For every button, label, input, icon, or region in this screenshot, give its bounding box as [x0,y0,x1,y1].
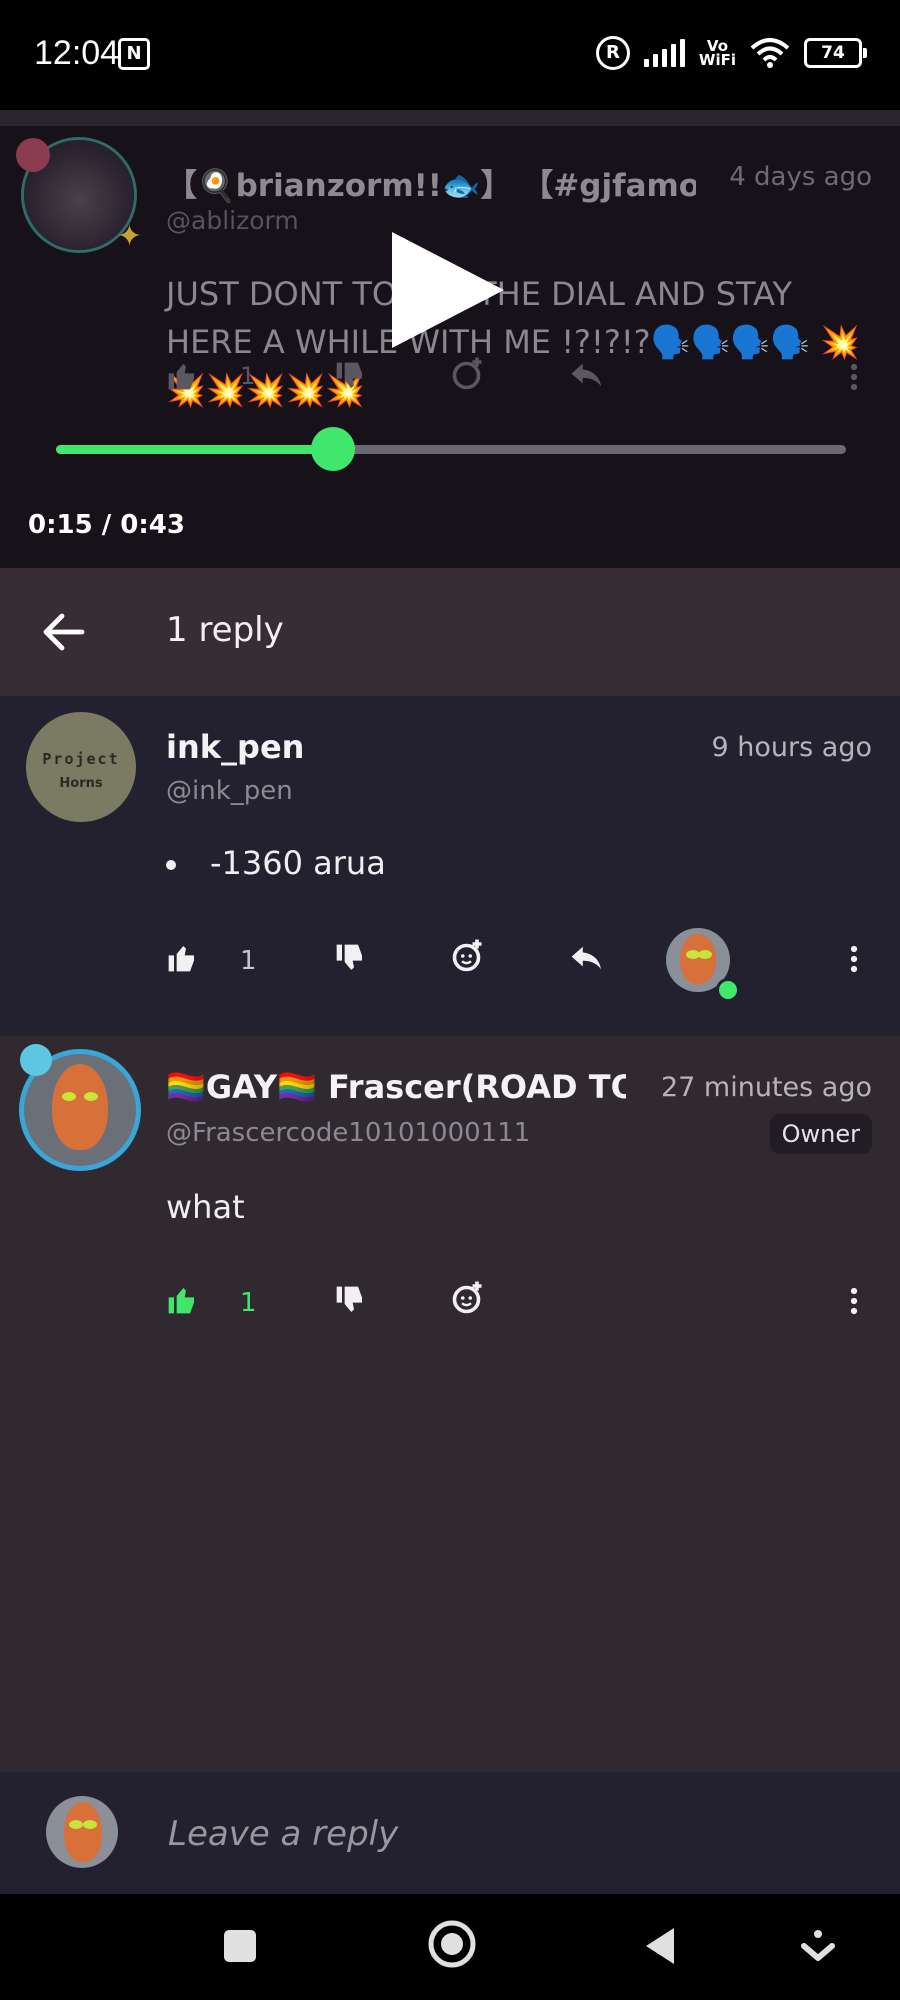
online-indicator [716,978,740,1002]
reply-input[interactable] [166,1806,850,1862]
post-actions: 1 [0,357,900,420]
status-icons: R Vo WiFi 74 [595,36,867,70]
post-time: 4 days ago [729,162,872,192]
home-icon[interactable] [426,1918,478,1970]
reply-header: 1 reply [0,568,900,698]
reply-icon [571,946,601,970]
reply-composer [0,1772,900,1894]
parent-comment: Project Horns ink_pen 9 hours ago @ink_p… [0,698,900,1036]
add-reaction-icon [452,357,482,390]
post-avatar: ✦ [16,138,142,254]
more-vertical-icon [850,1287,858,1315]
comment-time: 9 hours ago [711,732,872,763]
thumbs-up-icon [168,946,194,972]
back-icon[interactable] [640,1924,684,1968]
status-bar: 12:04 N R Vo WiFi 74 [0,0,900,110]
video-top-band [0,110,900,126]
like-icon [168,364,194,390]
comment-body: what [166,1188,245,1226]
comment-time: 27 minutes ago [660,1072,872,1103]
owner-badge: Owner [769,1114,872,1154]
post-author-name: 【🍳brianzorm!!🐟】 【#gjfamous [166,168,696,204]
like-button[interactable] [166,942,198,974]
video-scrubber-handle[interactable] [310,427,355,471]
current-user-avatar [46,1796,118,1868]
video-progress-fill [56,445,333,454]
bullet-icon [166,860,176,870]
reply-count-title: 1 reply [166,610,284,650]
comment-author-name[interactable]: 🏳️‍🌈GAY🏳️‍🌈 Frascer(ROAD TO 1 [166,1068,626,1106]
play-icon[interactable] [392,232,504,348]
post-handle: @ablizorm [166,206,299,235]
reply-comment: 🏳️‍🌈GAY🏳️‍🌈 Frascer(ROAD TO 1 27 minutes… [0,1036,900,1772]
video-progress-bar[interactable] [56,427,846,471]
wifi-icon [750,38,790,68]
add-reaction-button[interactable] [450,938,486,974]
like-button[interactable] [166,1284,198,1316]
reply-button[interactable] [570,944,604,972]
registered-icon: R [595,36,630,70]
back-arrow-icon[interactable] [40,608,88,656]
recent-apps-icon[interactable] [218,1924,262,1968]
avatar-badge-icon [20,1044,52,1076]
comment-handle: @ink_pen [166,776,293,806]
comment-handle: @Frascercode10101000111 [166,1118,531,1148]
comment-author-name[interactable]: ink_pen [166,728,304,766]
more-options-button[interactable] [848,1286,860,1316]
like-count: 1 [240,1288,257,1318]
signal-icon [643,39,685,67]
avatar[interactable]: Project Horns [26,712,136,822]
more-icon [850,363,858,391]
more-vertical-icon [850,945,858,973]
add-reaction-icon [452,1281,482,1314]
thumbs-down-icon [336,944,362,970]
nfc-icon: N [118,38,150,70]
system-nav-bar [0,1894,900,2000]
reply-icon [571,363,602,387]
battery-icon: 74 [804,38,867,68]
like-count: 1 [240,946,257,976]
post-like-count: 1 [240,362,256,390]
more-options-button[interactable] [848,944,860,974]
vowifi-icon: Vo WiFi [698,37,736,69]
status-time: 12:04 [34,34,120,72]
dislike-button[interactable] [334,942,366,974]
add-reaction-button[interactable] [450,1280,486,1316]
add-reaction-icon [452,939,482,972]
thumbs-down-icon [336,1286,362,1312]
video-player[interactable]: ✦ 【🍳brianzorm!!🐟】 【#gjfamous 4 days ago … [0,110,900,568]
dislike-button[interactable] [334,1284,366,1316]
sparkle-icon: ✦ [116,219,142,254]
video-time-label: 0:15 / 0:43 [28,510,185,540]
dislike-icon [336,362,362,388]
chevron-down-icon[interactable] [796,1924,840,1968]
thumbs-up-icon [168,1288,194,1314]
comment-body: -1360 arua [166,844,386,882]
